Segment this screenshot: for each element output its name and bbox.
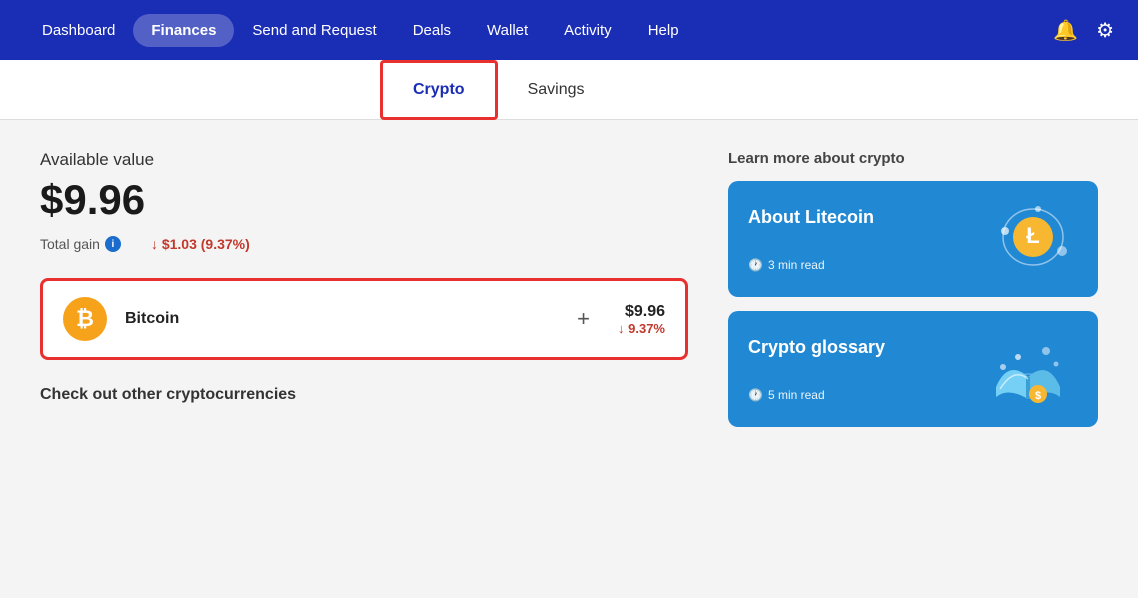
tabs-row: Crypto Savings xyxy=(0,60,1138,120)
tab-savings[interactable]: Savings xyxy=(498,63,615,117)
litecoin-card[interactable]: About Litecoin 🕐 3 min read Ł xyxy=(728,181,1098,297)
check-other-label: Check out other cryptocurrencies xyxy=(40,386,688,404)
total-gain-info-icon[interactable]: i xyxy=(105,236,121,252)
litecoin-card-title: About Litecoin xyxy=(748,207,874,228)
learn-title: Learn more about crypto xyxy=(728,150,1098,167)
total-gain-label: Total gain i xyxy=(40,236,121,252)
tab-crypto[interactable]: Crypto xyxy=(380,60,498,120)
glossary-card-title: Crypto glossary xyxy=(748,337,885,358)
litecoin-illustration: Ł xyxy=(978,199,1078,279)
available-value-amount: $9.96 xyxy=(40,176,688,224)
nav-help[interactable]: Help xyxy=(630,14,697,47)
glossary-card[interactable]: Crypto glossary 🕐 5 min read xyxy=(728,311,1098,427)
svg-text:Ł: Ł xyxy=(1026,223,1039,248)
clock-icon-litecoin: 🕐 xyxy=(748,258,763,272)
nav-send-request[interactable]: Send and Request xyxy=(234,14,394,47)
nav-activity[interactable]: Activity xyxy=(546,14,630,47)
total-gain-value: ↓ $1.03 (9.37%) xyxy=(151,236,250,252)
bitcoin-value: $9.96 ↓ 9.37% xyxy=(618,303,665,336)
main-content: Available value $9.96 Total gain i ↓ $1.… xyxy=(0,120,1138,598)
glossary-illustration: $ xyxy=(978,329,1078,409)
bitcoin-pct: ↓ 9.37% xyxy=(618,321,665,336)
bitcoin-card[interactable]: ₿ Bitcoin + $9.96 ↓ 9.37% xyxy=(40,278,688,360)
glossary-card-time: 🕐 5 min read xyxy=(748,388,885,402)
bell-icon[interactable]: 🔔 xyxy=(1053,18,1078,43)
clock-icon-glossary: 🕐 xyxy=(748,388,763,402)
bitcoin-logo: ₿ xyxy=(63,297,107,341)
nav-finances[interactable]: Finances xyxy=(133,14,234,47)
add-crypto-icon[interactable]: + xyxy=(577,306,590,332)
right-panel: Learn more about crypto About Litecoin 🕐… xyxy=(728,150,1098,568)
left-panel: Available value $9.96 Total gain i ↓ $1.… xyxy=(40,150,688,568)
nav-deals[interactable]: Deals xyxy=(395,14,469,47)
litecoin-card-time: 🕐 3 min read xyxy=(748,258,874,272)
nav-dashboard[interactable]: Dashboard xyxy=(24,14,133,47)
total-gain-row: Total gain i ↓ $1.03 (9.37%) xyxy=(40,236,688,252)
available-value-label: Available value xyxy=(40,150,688,170)
gear-icon[interactable]: ⚙ xyxy=(1096,18,1114,43)
svg-text:$: $ xyxy=(1035,390,1041,402)
navbar: Dashboard Finances Send and Request Deal… xyxy=(0,0,1138,60)
bitcoin-name: Bitcoin xyxy=(125,310,549,328)
nav-wallet[interactable]: Wallet xyxy=(469,14,546,47)
bitcoin-usd: $9.96 xyxy=(618,303,665,321)
